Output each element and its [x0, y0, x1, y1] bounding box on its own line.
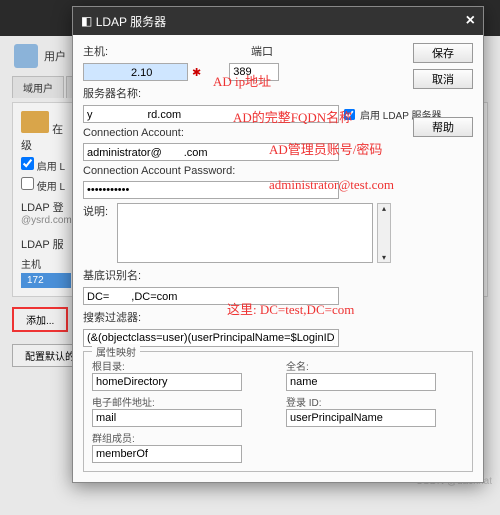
host-label: 主机: [83, 43, 113, 59]
cb-enable-ldap[interactable] [21, 157, 34, 170]
save-button[interactable]: 保存 [413, 43, 473, 63]
side-buttons: 保存 取消 帮助 [413, 43, 473, 137]
fullname-input[interactable] [286, 373, 436, 391]
login-id-input[interactable] [286, 409, 436, 427]
base-dn-label: 基底识别名: [83, 267, 141, 283]
tab-domain-users[interactable]: 域用户 [12, 76, 64, 98]
count-label: 级 [21, 140, 32, 152]
desc-input[interactable] [117, 203, 373, 263]
attr-mapping-group: 属性映射 根目录: 全名: 电子邮件地址: 登录 ID: 群组成员: [83, 351, 473, 472]
ldap-dialog: ◧ LDAP 服务器 × 保存 取消 帮助 主机: 端口 ✱ 服务器名称: 启用… [72, 6, 484, 483]
dialog-titlebar[interactable]: ◧ LDAP 服务器 × [73, 7, 483, 35]
required-icon: ✱ [192, 66, 201, 79]
cancel-button[interactable]: 取消 [413, 69, 473, 89]
online-label: 在 [52, 124, 63, 136]
cb-enable-label: 启用 L [37, 162, 65, 173]
enable-ldap-checkbox[interactable] [344, 108, 355, 119]
port-input[interactable] [229, 63, 279, 81]
desc-label: 说明: [83, 203, 113, 219]
cb-use-label: 使用 L [37, 182, 65, 193]
base-dn-input[interactable] [83, 287, 339, 305]
group-member-input[interactable] [92, 445, 242, 463]
conn-account-input[interactable] [83, 143, 339, 161]
cb-use-ldap[interactable] [21, 177, 34, 190]
add-button[interactable]: 添加... [12, 307, 68, 332]
conn-password-input[interactable] [83, 181, 339, 199]
filter-label: 搜索过滤器: [83, 309, 141, 325]
folder-icon [21, 111, 49, 133]
server-name-label: 服务器名称: [83, 85, 141, 101]
mail-label: 电子邮件地址: [92, 394, 270, 409]
host-input[interactable] [83, 63, 188, 81]
group-member-label: 群组成员: [92, 430, 270, 445]
root-dir-input[interactable] [92, 373, 242, 391]
port-label: 端口 [251, 43, 273, 59]
conn-account-label: Connection Account: [83, 127, 184, 139]
server-name-input[interactable] [83, 105, 339, 123]
user-label: 用户 [44, 48, 66, 64]
dialog-body: 保存 取消 帮助 主机: 端口 ✱ 服务器名称: 启用 LDAP 服务器 Con… [73, 35, 483, 482]
conn-password-label: Connection Account Password: [83, 165, 235, 177]
attr-mapping-title: 属性映射 [92, 344, 140, 359]
root-dir-label: 根目录: [92, 358, 270, 373]
user-icon [14, 44, 38, 68]
login-id-label: 登录 ID: [286, 394, 464, 409]
help-button[interactable]: 帮助 [413, 117, 473, 137]
scrollbar[interactable]: ▴▾ [377, 203, 391, 263]
fullname-label: 全名: [286, 358, 464, 373]
mail-input[interactable] [92, 409, 242, 427]
host-value-bg[interactable]: 172 [21, 273, 71, 288]
close-icon[interactable]: × [466, 12, 475, 30]
dialog-title: LDAP 服务器 [96, 13, 166, 30]
ldap-icon: ◧ [81, 14, 92, 28]
